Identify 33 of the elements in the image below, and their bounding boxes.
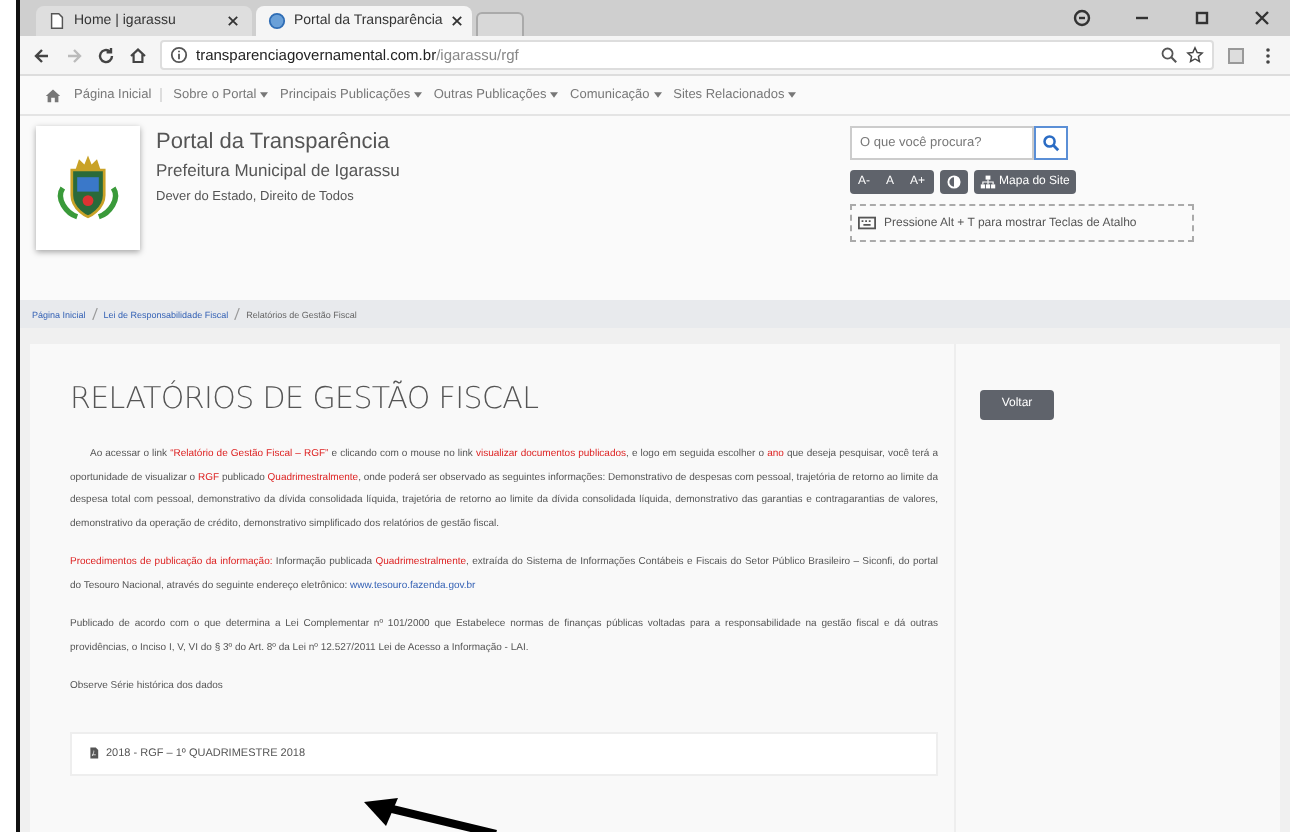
portal-title: Portal da Transparência [156, 130, 392, 154]
home-icon[interactable] [128, 45, 148, 65]
back-arrow-icon[interactable] [32, 45, 52, 65]
home-icon [44, 86, 62, 104]
close-icon[interactable] [1252, 8, 1272, 28]
caret-icon [550, 91, 559, 98]
keyboard-icon [858, 214, 876, 232]
reload-icon[interactable] [96, 45, 116, 65]
contrast-button[interactable] [939, 170, 968, 194]
close-icon[interactable] [226, 14, 240, 28]
star-icon[interactable] [1186, 46, 1204, 64]
pdf-file-icon [88, 746, 100, 760]
pointer-arrow-drawing [360, 796, 500, 832]
contrast-icon [945, 174, 962, 190]
separator-icon [234, 308, 241, 320]
close-icon[interactable] [450, 14, 465, 28]
search-icon [1042, 134, 1060, 152]
globe-icon [268, 12, 286, 30]
profile-icon[interactable] [1072, 8, 1092, 28]
caret-icon [260, 91, 269, 98]
separator-icon [91, 308, 98, 320]
restore-icon[interactable] [1192, 8, 1212, 28]
zoom-icon[interactable] [1160, 46, 1178, 64]
info-icon [170, 46, 188, 64]
sitemap-icon [979, 174, 996, 190]
extension-icon[interactable] [1226, 45, 1246, 65]
caret-icon [788, 91, 797, 98]
caret-icon [413, 91, 422, 98]
search-button[interactable] [1034, 126, 1068, 160]
caret-icon [653, 91, 662, 98]
page-icon [48, 12, 66, 30]
page-title: RELATÓRIOS DE GESTÃO FISCAL [70, 380, 541, 416]
portal-subtitle: Prefeitura Municipal de Igarassu [156, 160, 400, 180]
